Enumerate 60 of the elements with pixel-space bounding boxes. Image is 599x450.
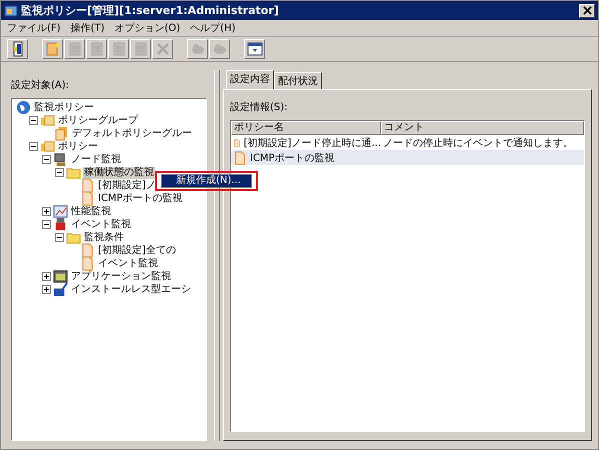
list-row[interactable]: [初期設定]ノード停止時に通... ノードの停止時にイベントで通知します。 xyxy=(231,135,584,150)
window-title: 監視ポリシー[管理][1:server1:Administrator] xyxy=(21,3,280,18)
folder-stack-icon xyxy=(40,113,55,128)
tree-item[interactable]: 監視条件 xyxy=(83,232,125,244)
document-icon xyxy=(80,243,95,258)
application-icon xyxy=(53,269,68,284)
context-menu-item[interactable]: 新規作成(N)... xyxy=(162,174,251,186)
tree-item[interactable]: デフォルトポリシーグルー xyxy=(71,128,193,140)
toolbar-button[interactable] xyxy=(244,39,265,59)
app-icon xyxy=(4,4,18,18)
table-cell-text: ICMPポートの監視 xyxy=(250,152,335,164)
delete-icon xyxy=(154,41,170,57)
window-icon xyxy=(246,41,262,57)
tree-item[interactable]: インストールレス型エーシ xyxy=(70,284,192,296)
expander-icon[interactable] xyxy=(29,142,38,151)
expander-icon[interactable] xyxy=(42,272,51,281)
tree-item[interactable]: ポリシーグループ xyxy=(57,114,139,126)
folder-stack-icon xyxy=(40,139,55,154)
tree-item[interactable]: [初期設定]ノ xyxy=(97,180,157,192)
menu-item[interactable]: ヘルプ(H) xyxy=(190,21,236,35)
tree-item[interactable]: ポリシー xyxy=(57,140,99,152)
cloud-icon xyxy=(190,41,206,57)
document-stack-icon xyxy=(54,126,69,141)
tree-label: 設定対象(A): xyxy=(11,78,70,92)
tree-item[interactable]: 稼働状態の監視 xyxy=(83,166,155,178)
expander-icon[interactable] xyxy=(42,220,51,229)
column-header[interactable]: ポリシー名 xyxy=(231,121,381,135)
table-cell-text: ノードの停止時にイベントで通知します。 xyxy=(383,136,573,150)
expander-icon[interactable] xyxy=(42,155,51,164)
tab[interactable]: 設定内容 xyxy=(226,70,274,90)
column-header[interactable]: コメント xyxy=(381,121,584,135)
list-row[interactable]: ICMPポートの監視 xyxy=(231,150,584,165)
expander-icon[interactable] xyxy=(29,116,38,125)
cloud-icon xyxy=(212,41,228,57)
chart-icon xyxy=(53,204,68,219)
list-label: 設定情報(S): xyxy=(230,100,289,114)
tree-item[interactable]: ノード監視 xyxy=(70,154,122,166)
new-document-icon xyxy=(44,41,60,57)
menu-item[interactable]: オプション(O) xyxy=(114,21,180,35)
expander-icon[interactable] xyxy=(42,207,51,216)
expander-icon[interactable] xyxy=(42,285,51,294)
tree-item[interactable]: アプリケーション監視 xyxy=(70,270,172,282)
expander-icon[interactable] xyxy=(55,168,64,177)
tree-item[interactable]: イベント監視 xyxy=(97,258,159,270)
document-icon xyxy=(66,41,82,57)
close-button[interactable] xyxy=(579,4,595,18)
expander-icon[interactable] xyxy=(55,233,64,242)
tree-item[interactable]: 監視ポリシー xyxy=(33,102,95,114)
tree-item[interactable]: イベント監視 xyxy=(70,218,132,230)
close-icon xyxy=(582,6,592,15)
table-cell-text: [初期設定]ノード停止時に通... xyxy=(244,136,381,150)
tree-item[interactable]: ICMPポートの監視 xyxy=(97,192,184,204)
tab[interactable]: 配付状況 xyxy=(274,72,322,90)
menu-item[interactable]: ファイル(F) xyxy=(7,21,61,35)
document-icon xyxy=(80,256,95,271)
document-icon xyxy=(80,191,95,206)
tree-item[interactable]: [初期設定]全ての xyxy=(97,244,177,256)
toolbar-button[interactable] xyxy=(7,39,28,59)
menu-item[interactable]: 操作(T) xyxy=(70,21,104,35)
tree-item[interactable]: 性能監視 xyxy=(70,206,112,218)
